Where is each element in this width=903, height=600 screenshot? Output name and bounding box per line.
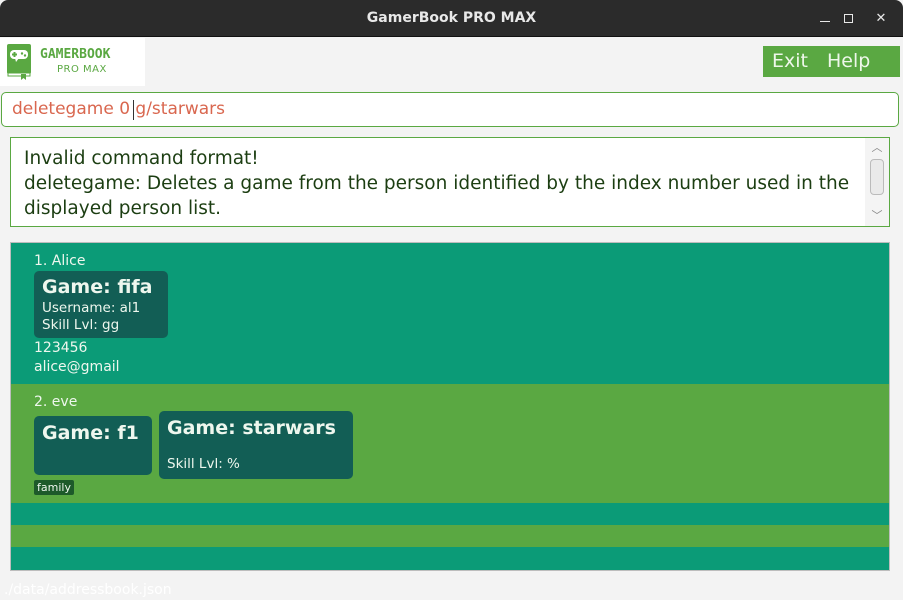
menu-help[interactable]: Help xyxy=(827,46,870,77)
window-title: GamerBook PRO MAX xyxy=(366,10,537,26)
game-title: Game: starwars xyxy=(167,417,336,439)
app-logo: GAMERBOOK PRO MAX xyxy=(0,38,145,86)
chevron-up-icon[interactable]: ︿ xyxy=(869,141,885,155)
game-card: Game: f1 xyxy=(34,416,152,475)
maximize-button[interactable] xyxy=(833,0,863,37)
command-input[interactable] xyxy=(12,93,872,126)
result-scrollbar[interactable]: ︿ ﹀ xyxy=(865,138,889,226)
person-card[interactable]: 1. Alice Game: fifa Username: al1 Skill … xyxy=(11,243,889,384)
close-button[interactable]: ✕ xyxy=(866,0,896,37)
empty-row xyxy=(11,547,889,570)
menu-bar: Exit Help xyxy=(763,46,900,77)
person-name: 1. Alice xyxy=(34,253,86,269)
game-card: Game: starwars Skill Lvl: % xyxy=(159,411,353,479)
result-text: Invalid command format! deletegame: Dele… xyxy=(24,148,850,219)
status-bar-path: ./data/addressbook.json xyxy=(4,582,172,598)
person-email: alice@gmail xyxy=(34,359,120,375)
person-phone: 123456 xyxy=(34,340,88,356)
empty-row xyxy=(11,503,889,525)
scroll-thumb[interactable] xyxy=(870,159,884,195)
person-name: 2. eve xyxy=(34,394,78,410)
game-skill: Skill Lvl: % xyxy=(167,456,240,472)
maximize-icon xyxy=(843,14,853,23)
window-titlebar: GamerBook PRO MAX ✕ xyxy=(0,0,903,37)
logo-title: GAMERBOOK xyxy=(40,47,111,62)
game-username: Username: al1 xyxy=(42,300,141,316)
command-box xyxy=(1,92,899,127)
close-icon: ✕ xyxy=(875,11,887,26)
game-title: Game: f1 xyxy=(42,422,139,444)
result-display: Invalid command format! deletegame: Dele… xyxy=(10,137,890,227)
game-skill: Skill Lvl: gg xyxy=(42,317,120,333)
text-caret xyxy=(133,100,134,120)
empty-row xyxy=(11,525,889,547)
game-card: Game: fifa Username: al1 Skill Lvl: gg xyxy=(34,271,168,338)
person-list[interactable]: 1. Alice Game: fifa Username: al1 Skill … xyxy=(10,242,890,571)
minimize-icon xyxy=(820,21,830,22)
gamepad-book-icon xyxy=(7,44,31,80)
app-header: GAMERBOOK PRO MAX Exit Help xyxy=(0,38,903,86)
menu-exit[interactable]: Exit xyxy=(772,46,808,77)
chevron-down-icon[interactable]: ﹀ xyxy=(869,209,885,223)
person-card[interactable]: 2. eve Game: f1 Game: starwars Skill Lvl… xyxy=(11,384,889,503)
game-title: Game: fifa xyxy=(42,276,153,298)
tag-badge: family xyxy=(34,480,74,495)
logo-subtitle: PRO MAX xyxy=(57,64,107,75)
